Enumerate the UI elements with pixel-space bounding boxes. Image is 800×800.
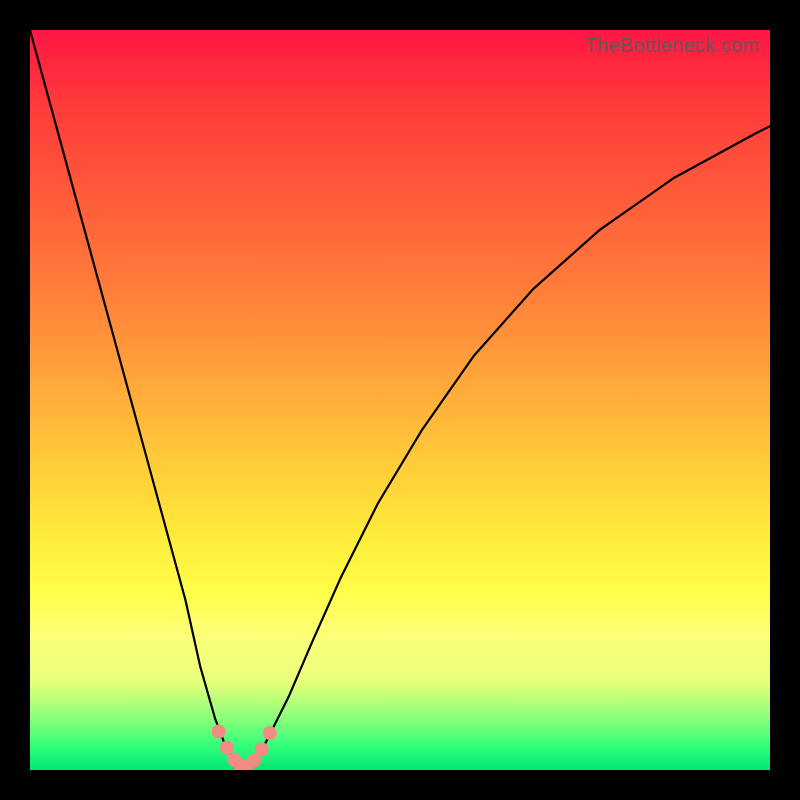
highlight-dot [220, 741, 234, 755]
chart-svg [30, 30, 770, 770]
bottleneck-curve-path [30, 30, 770, 770]
highlight-dots-group [212, 725, 277, 770]
plot-area: TheBottleneck.com [30, 30, 770, 770]
highlight-dot [212, 725, 226, 739]
chart-frame: TheBottleneck.com [0, 0, 800, 800]
highlight-dot [255, 742, 269, 756]
highlight-dot [263, 726, 277, 740]
